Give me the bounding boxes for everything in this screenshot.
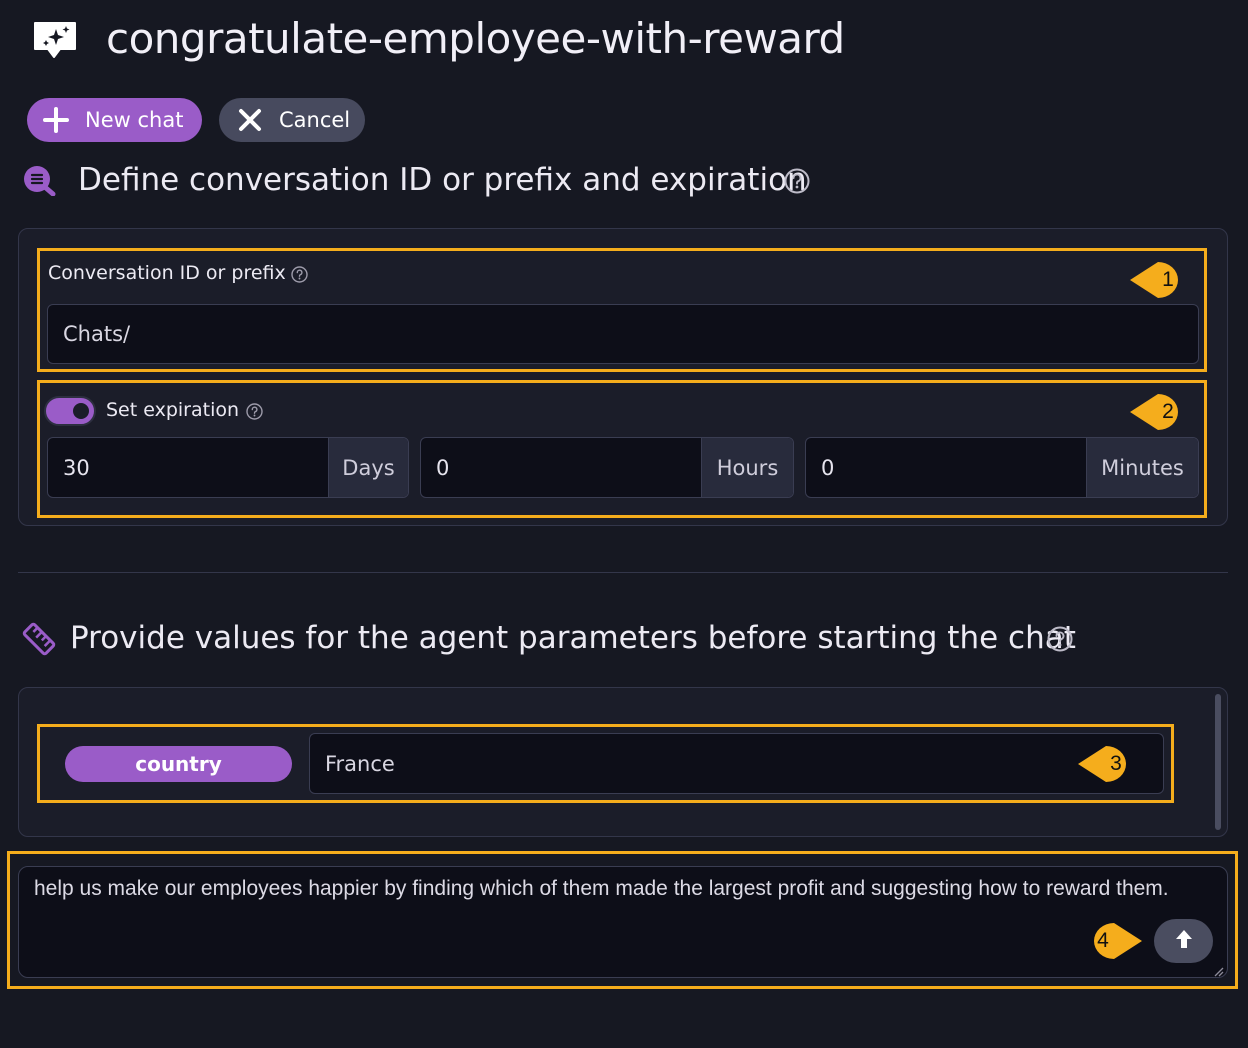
resize-grip-icon[interactable] (1212, 962, 1224, 977)
section-divider (18, 572, 1228, 573)
set-expiration-label: Set expiration (106, 399, 240, 421)
plus-icon (43, 107, 69, 133)
hours-input-group: 0 Hours (420, 437, 794, 498)
marker-2: 2 (1130, 392, 1194, 432)
days-input[interactable]: 30 (48, 438, 328, 497)
cancel-label: Cancel (279, 108, 351, 132)
hours-input[interactable]: 0 (421, 438, 701, 497)
help-icon[interactable] (291, 266, 308, 283)
conversation-section-title: Define conversation ID or prefix and exp… (78, 162, 807, 198)
marker-1: 1 (1130, 260, 1194, 300)
send-button[interactable] (1154, 919, 1213, 963)
parameters-section-title: Provide values for the agent parameters … (70, 620, 1076, 656)
marker-3: 3 (1078, 744, 1142, 784)
ruler-icon (20, 620, 58, 658)
minutes-input-group: 0 Minutes (805, 437, 1199, 498)
minutes-unit: Minutes (1086, 438, 1198, 497)
days-unit: Days (328, 438, 408, 497)
minutes-input[interactable]: 0 (806, 438, 1086, 497)
help-icon[interactable] (1047, 626, 1073, 652)
conversation-id-value: Chats/ (63, 322, 131, 346)
chat-sparkle-icon (32, 20, 78, 62)
conversation-search-icon (22, 164, 58, 197)
marker-4: 4 (1078, 921, 1142, 961)
page-title: congratulate-employee-with-reward (106, 14, 845, 63)
new-chat-button[interactable]: New chat (27, 98, 202, 142)
marker-1-label: 1 (1162, 268, 1174, 291)
help-icon[interactable] (784, 168, 810, 194)
close-icon (237, 107, 263, 133)
param-value: France (325, 751, 395, 776)
toggle-knob (73, 403, 89, 419)
marker-2-label: 2 (1162, 400, 1174, 423)
param-name-chip: country (65, 746, 292, 782)
arrow-up-icon (1174, 928, 1194, 954)
param-value-input[interactable]: France (309, 733, 1164, 794)
marker-4-label: 4 (1097, 929, 1109, 952)
marker-3-label: 3 (1110, 752, 1122, 775)
chat-message-text: help us make our employees happier by fi… (34, 877, 1169, 900)
parameters-scrollbar[interactable] (1215, 694, 1221, 830)
conversation-id-input[interactable]: Chats/ (47, 304, 1199, 364)
days-input-group: 30 Days (47, 437, 409, 498)
hours-unit: Hours (701, 438, 793, 497)
help-icon[interactable] (246, 403, 263, 420)
expiration-toggle[interactable] (44, 396, 96, 426)
conversation-id-label: Conversation ID or prefix (48, 262, 286, 284)
cancel-button[interactable]: Cancel (219, 98, 365, 142)
new-chat-label: New chat (85, 108, 184, 132)
